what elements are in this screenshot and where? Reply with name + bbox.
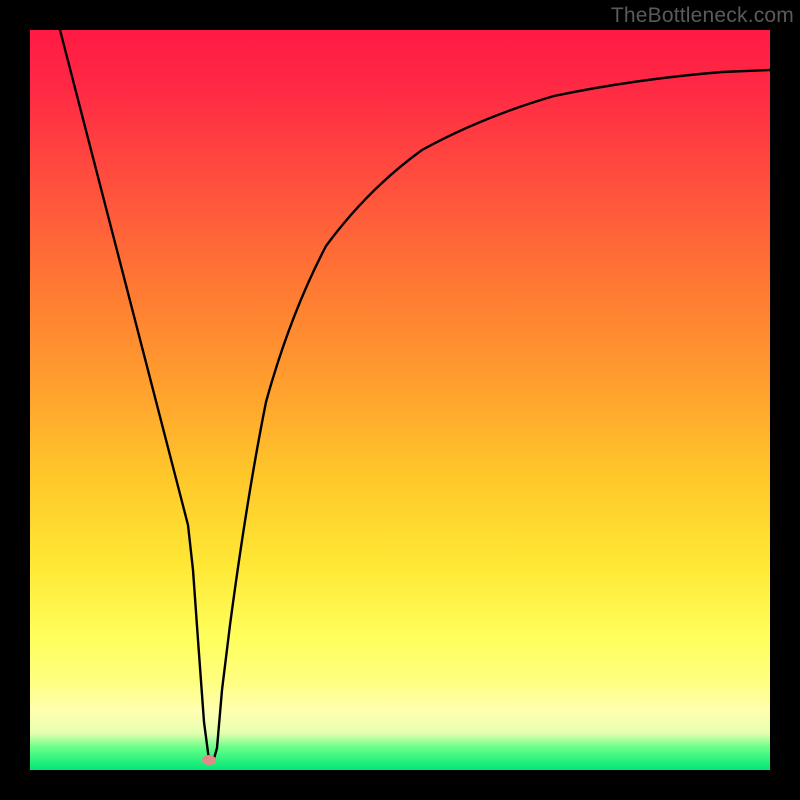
chart-container: TheBottleneck.com — [0, 0, 800, 800]
gradient-plot-area — [30, 30, 770, 770]
